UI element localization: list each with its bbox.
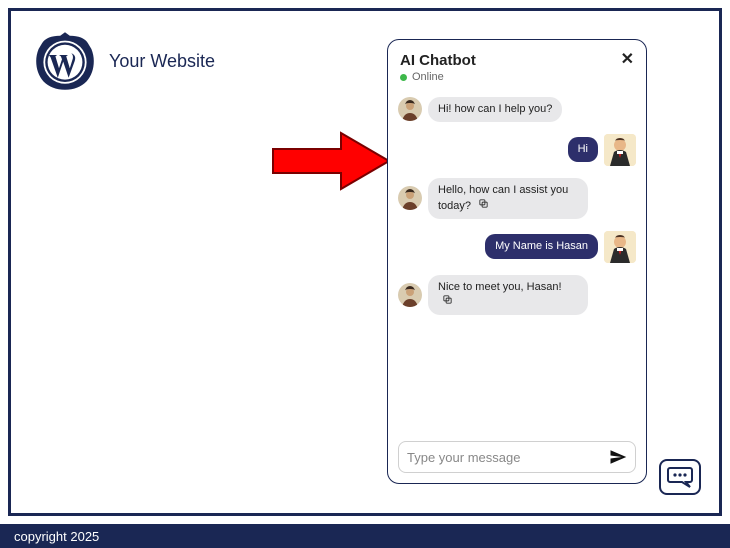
bot-avatar-icon	[398, 283, 422, 307]
message-text: Hello, how can I assist you today?	[438, 184, 568, 212]
bot-avatar-icon	[398, 186, 422, 210]
user-avatar-icon	[604, 134, 636, 166]
message-input-bar	[398, 441, 636, 473]
pointer-arrow-icon	[271, 131, 391, 191]
message-row: My Name is Hasan	[398, 231, 636, 263]
chat-launcher-button[interactable]	[659, 459, 701, 495]
message-input[interactable]	[407, 450, 603, 465]
message-text: Nice to meet you, Hasan!	[438, 281, 562, 293]
bot-avatar-icon	[398, 97, 422, 121]
message-row: Hi! how can I help you?	[398, 97, 636, 122]
message-bubble: Hi! how can I help you?	[428, 97, 562, 122]
message-bubble: My Name is Hasan	[485, 234, 598, 259]
send-icon[interactable]	[609, 448, 627, 466]
site-header: Your Website	[35, 31, 215, 91]
copy-icon[interactable]	[478, 198, 489, 214]
message-bubble: Hi	[568, 137, 598, 162]
chatbot-title: AI Chatbot	[400, 52, 476, 69]
message-list: Hi! how can I help you? Hi Hello, how ca…	[398, 89, 636, 441]
message-bubble: Hello, how can I assist you today?	[428, 178, 588, 219]
page-footer: copyright 2025	[0, 524, 730, 548]
status-indicator: Online	[400, 71, 476, 83]
copy-icon[interactable]	[442, 294, 453, 310]
chatbot-header: AI Chatbot Online ✕	[398, 50, 636, 89]
status-dot-icon	[400, 74, 407, 81]
app-frame: Your Website AI Chatbot Online ✕ Hi! how…	[8, 8, 722, 516]
status-text: Online	[412, 71, 444, 83]
site-title: Your Website	[109, 51, 215, 72]
message-row: Hello, how can I assist you today?	[398, 178, 636, 219]
wordpress-logo-icon	[35, 31, 95, 91]
chat-bubble-icon	[667, 466, 693, 488]
message-bubble: Nice to meet you, Hasan!	[428, 275, 588, 316]
close-icon[interactable]: ✕	[621, 52, 634, 68]
message-row: Hi	[398, 134, 636, 166]
chatbot-window: AI Chatbot Online ✕ Hi! how can I help y…	[387, 39, 647, 484]
copyright-text: copyright 2025	[14, 529, 99, 544]
user-avatar-icon	[604, 231, 636, 263]
message-row: Nice to meet you, Hasan!	[398, 275, 636, 316]
